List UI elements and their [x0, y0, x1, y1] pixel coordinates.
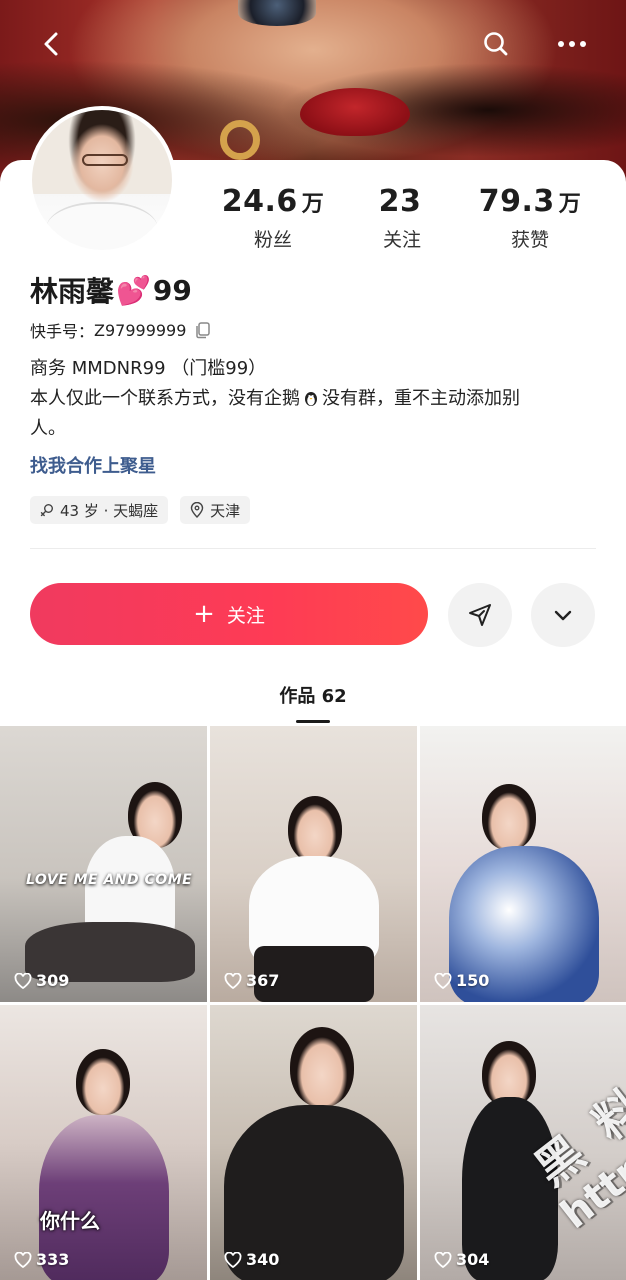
tile-person — [76, 1049, 130, 1115]
video-likes: 304 — [434, 1250, 489, 1269]
send-message-button[interactable] — [448, 583, 512, 647]
bio-line-2a: 本人仅此一个联系方式，没有企鹅 — [30, 388, 300, 409]
stat-likes-unit: 万 — [558, 192, 582, 217]
avatar-shirt — [46, 202, 158, 250]
video-likes-count: 367 — [246, 971, 280, 990]
video-likes-count: 309 — [36, 971, 70, 990]
location-text: 天津 — [210, 501, 241, 520]
tab-works-indicator — [296, 720, 330, 723]
stat-following-value: 23 — [378, 184, 422, 219]
back-button[interactable] — [30, 22, 74, 66]
bio-line-1: 商务 MMDNR99 （门槛99） — [30, 358, 267, 379]
female-icon — [40, 504, 53, 517]
banner-earring — [220, 120, 260, 160]
banner-lips — [300, 88, 410, 136]
location-tag: 天津 — [180, 496, 251, 524]
works-grid: LOVE ME AND COME 309 367 150 你什么 333 340… — [0, 726, 626, 1280]
kuaishou-id-value: Z97999999 — [94, 320, 187, 340]
chevron-left-icon — [44, 32, 58, 56]
more-horizontal-icon — [558, 41, 586, 47]
age-constellation-text: 43 岁 · 天蝎座 — [60, 501, 159, 520]
stat-likes[interactable]: 79.3 万 获赞 — [455, 184, 605, 252]
heart-icon — [434, 1251, 452, 1268]
stat-followers-unit: 万 — [301, 192, 325, 217]
video-tile[interactable]: 你什么 333 — [0, 1005, 207, 1280]
video-tile[interactable]: 304 — [420, 1005, 626, 1280]
bio: 商务 MMDNR99 （门槛99） 本人仅此一个联系方式，没有企鹅 没有群，重不主… — [30, 354, 600, 444]
stat-followers-label: 粉丝 — [253, 229, 292, 251]
chevron-down-icon — [554, 610, 572, 621]
search-icon — [484, 32, 508, 56]
penguin-icon — [305, 392, 317, 406]
video-likes-count: 150 — [456, 971, 490, 990]
tile-person — [290, 1027, 354, 1107]
expand-recommend-button[interactable] — [531, 583, 595, 647]
juxing-cooperation-link[interactable]: 找我合作上聚星 — [30, 452, 156, 478]
copy-icon[interactable] — [194, 321, 212, 339]
bio-line-3: 人。 — [30, 418, 66, 439]
banner-eye — [238, 0, 316, 26]
video-caption: 你什么 — [40, 1209, 100, 1233]
video-likes: 150 — [434, 971, 489, 990]
profile-name-suffix: 99 — [152, 273, 192, 307]
tile-person — [288, 796, 342, 862]
follow-button[interactable]: + 关注 — [30, 583, 428, 645]
heart-icon — [224, 972, 242, 989]
divider — [30, 548, 596, 549]
video-likes-count: 340 — [246, 1250, 280, 1269]
heart-icon — [14, 1251, 32, 1268]
video-likes-count: 333 — [36, 1250, 70, 1269]
search-button[interactable] — [474, 22, 518, 66]
stat-followers[interactable]: 24.6 万 粉丝 — [198, 184, 348, 252]
kuaishou-id-row[interactable]: 快手号： Z97999999 — [30, 318, 212, 342]
video-likes: 340 — [224, 1250, 279, 1269]
follow-button-label: 关注 — [226, 604, 265, 627]
heart-icon — [14, 972, 32, 989]
video-tile[interactable]: 367 — [210, 726, 417, 1002]
video-tile[interactable]: 340 — [210, 1005, 417, 1280]
stat-likes-value: 79.3 — [478, 184, 555, 219]
kuaishou-id-label: 快手号： — [30, 322, 95, 341]
video-likes: 333 — [14, 1250, 69, 1269]
bio-line-2b: 没有群，重不主动添加别 — [322, 388, 520, 409]
more-button[interactable] — [550, 22, 594, 66]
tab-works[interactable]: 作品 62 — [0, 682, 626, 708]
profile-name: 林雨馨 💕 99 — [30, 270, 192, 310]
stat-likes-label: 获赞 — [510, 229, 549, 251]
video-caption: LOVE ME AND COME — [26, 872, 193, 888]
video-tile[interactable]: LOVE ME AND COME 309 — [0, 726, 207, 1002]
video-tile[interactable]: 150 — [420, 726, 626, 1002]
avatar-glasses — [82, 154, 128, 166]
two-hearts-icon: 💕 — [116, 273, 151, 307]
video-likes: 309 — [14, 971, 69, 990]
heart-icon — [434, 972, 452, 989]
plus-icon: + — [193, 599, 215, 629]
video-likes: 367 — [224, 971, 279, 990]
profile-tags: 43 岁 · 天蝎座 天津 — [30, 496, 251, 524]
age-constellation-tag: 43 岁 · 天蝎座 — [30, 496, 169, 524]
heart-icon — [224, 1251, 242, 1268]
tile-person — [482, 784, 536, 850]
video-likes-count: 304 — [456, 1250, 490, 1269]
profile-name-prefix: 林雨馨 — [30, 275, 115, 308]
stat-followers-value: 24.6 — [221, 184, 298, 219]
avatar[interactable] — [28, 106, 176, 254]
send-icon — [469, 604, 491, 626]
location-pin-icon — [190, 502, 204, 518]
